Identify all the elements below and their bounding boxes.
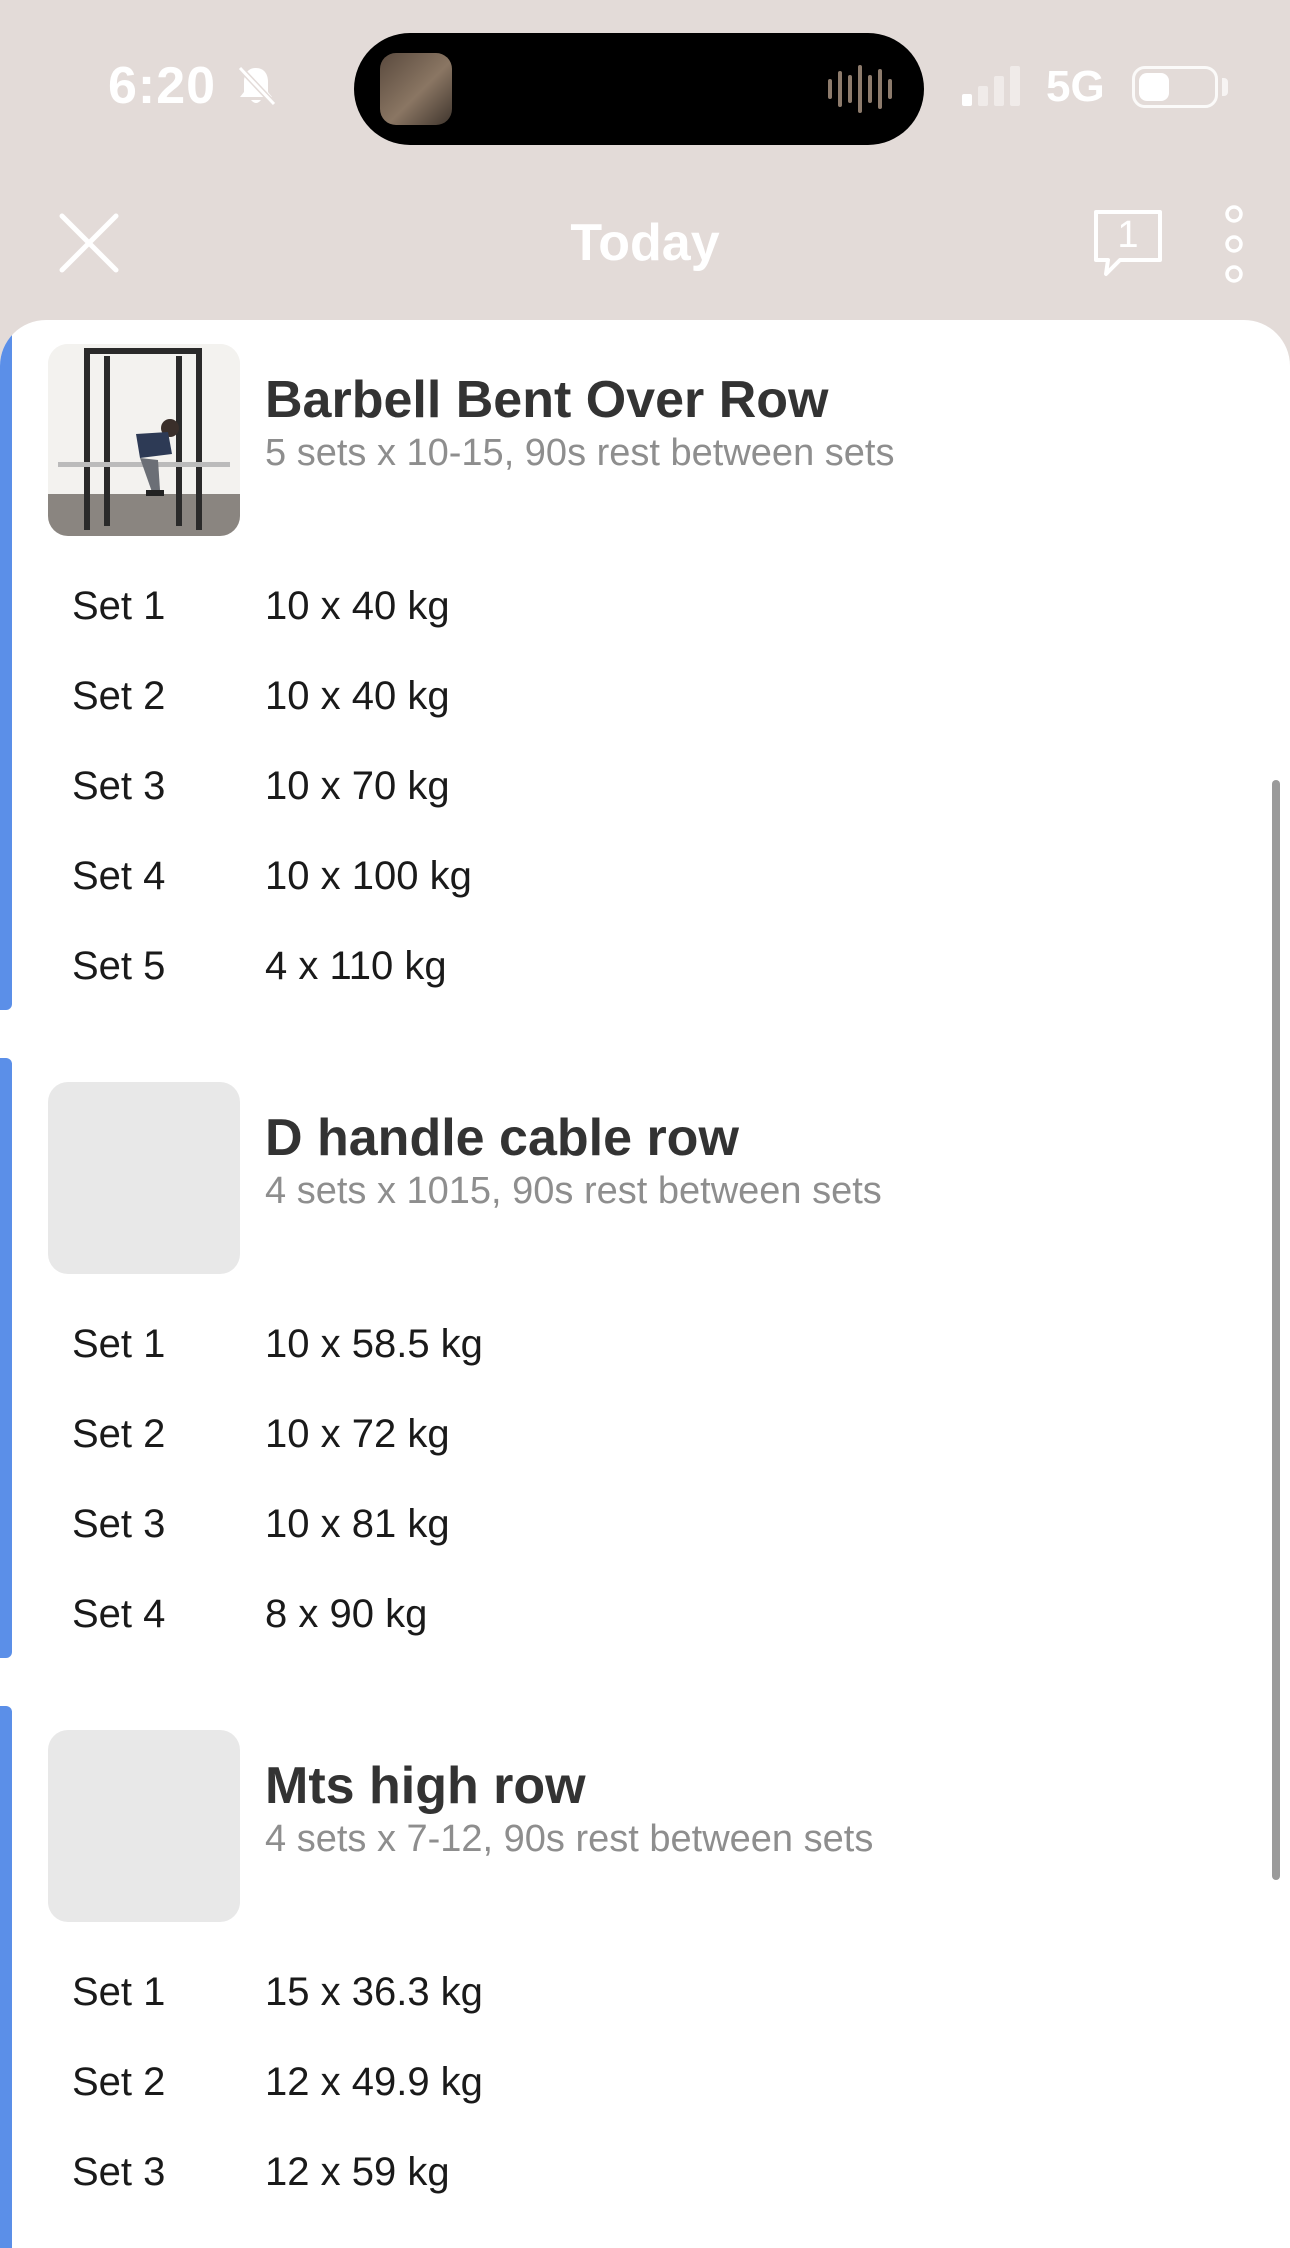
now-playing-thumbnail [380, 53, 452, 125]
set-label: Set 1 [72, 1322, 166, 1366]
set-value: 15 x 36.3 kg [265, 1970, 483, 2014]
exercise-subtitle: 5 sets x 10-15, 90s rest between sets [265, 432, 895, 474]
set-value: 10 x 40 kg [265, 584, 450, 628]
status-bar: 6:20 5G [0, 0, 1290, 180]
set-value: 10 x 70 kg [265, 764, 450, 808]
workout-sheet[interactable]: Barbell Bent Over Row 5 sets x 10-15, 90… [0, 320, 1290, 2248]
set-label: Set 2 [72, 1412, 166, 1456]
set-label: Set 2 [72, 2060, 166, 2104]
set-row[interactable]: Set 1 10 x 40 kg [0, 584, 1200, 674]
power-rack-image [48, 344, 240, 536]
more-vertical-icon[interactable] [1218, 204, 1250, 284]
battery-level [1139, 73, 1169, 101]
exercise-thumbnail-placeholder[interactable] [48, 1082, 240, 1274]
set-row[interactable]: Set 5 4 x 110 kg [0, 944, 1200, 1034]
set-row[interactable]: Set 2 12 x 49.9 kg [0, 2060, 1200, 2150]
set-value: 10 x 58.5 kg [265, 1322, 483, 1366]
set-value: 10 x 40 kg [265, 674, 450, 718]
set-value: 12 x 49.9 kg [265, 2060, 483, 2104]
set-label: Set 4 [72, 854, 166, 898]
exercise-card[interactable]: Barbell Bent Over Row 5 sets x 10-15, 90… [0, 320, 1290, 1010]
set-label: Set 3 [72, 764, 166, 808]
set-row[interactable]: Set 3 12 x 59 kg [0, 2150, 1200, 2240]
set-label: Set 4 [72, 1592, 166, 1636]
set-value: 12 x 59 kg [265, 2150, 450, 2194]
network-type: 5G [1046, 62, 1105, 111]
set-label: Set 1 [72, 584, 166, 628]
set-row[interactable]: Set 3 10 x 81 kg [0, 1502, 1200, 1592]
set-value: 4 x 110 kg [265, 944, 447, 988]
set-value: 10 x 72 kg [265, 1412, 450, 1456]
set-row[interactable]: Set 2 10 x 40 kg [0, 674, 1200, 764]
set-row[interactable]: Set 2 10 x 72 kg [0, 1412, 1200, 1502]
set-row[interactable]: Set 4 10 x 100 kg [0, 854, 1200, 944]
set-label: Set 1 [72, 1970, 166, 2014]
set-label: Set 3 [72, 1502, 166, 1546]
set-label: Set 5 [72, 944, 166, 988]
exercise-thumbnail-placeholder[interactable] [48, 1730, 240, 1922]
set-label: Set 3 [72, 2150, 166, 2194]
dynamic-island[interactable] [354, 33, 924, 145]
set-value: 10 x 100 kg [265, 854, 472, 898]
signal-icon [962, 66, 1020, 106]
bell-slash-icon [237, 65, 277, 107]
exercise-title: D handle cable row [265, 1109, 739, 1167]
battery-cap [1222, 78, 1228, 96]
comment-count: 1 [1117, 214, 1139, 256]
audio-waveform-icon [828, 65, 892, 113]
status-time: 6:20 [108, 57, 217, 115]
set-row[interactable]: Set 4 8 x 90 kg [0, 1592, 1200, 1682]
set-row[interactable]: Set 3 10 x 70 kg [0, 764, 1200, 854]
exercise-card[interactable]: D handle cable row 4 sets x 1015, 90s re… [0, 1058, 1290, 1658]
set-value: 10 x 81 kg [265, 1502, 450, 1546]
battery-icon [1132, 66, 1218, 108]
exercise-title: Barbell Bent Over Row [265, 371, 829, 429]
set-value: 8 x 90 kg [265, 1592, 428, 1636]
exercise-thumbnail[interactable] [48, 344, 240, 536]
exercise-subtitle: 4 sets x 7-12, 90s rest between sets [265, 1818, 874, 1860]
set-row[interactable]: Set 1 15 x 36.3 kg [0, 1970, 1200, 2060]
set-row[interactable]: Set 1 10 x 58.5 kg [0, 1322, 1200, 1412]
set-label: Set 2 [72, 674, 166, 718]
scrollbar[interactable] [1272, 780, 1280, 1880]
exercise-card[interactable]: Mts high row 4 sets x 7-12, 90s rest bet… [0, 1706, 1290, 2248]
exercise-title: Mts high row [265, 1757, 586, 1815]
exercise-subtitle: 4 sets x 1015, 90s rest between sets [265, 1170, 882, 1212]
